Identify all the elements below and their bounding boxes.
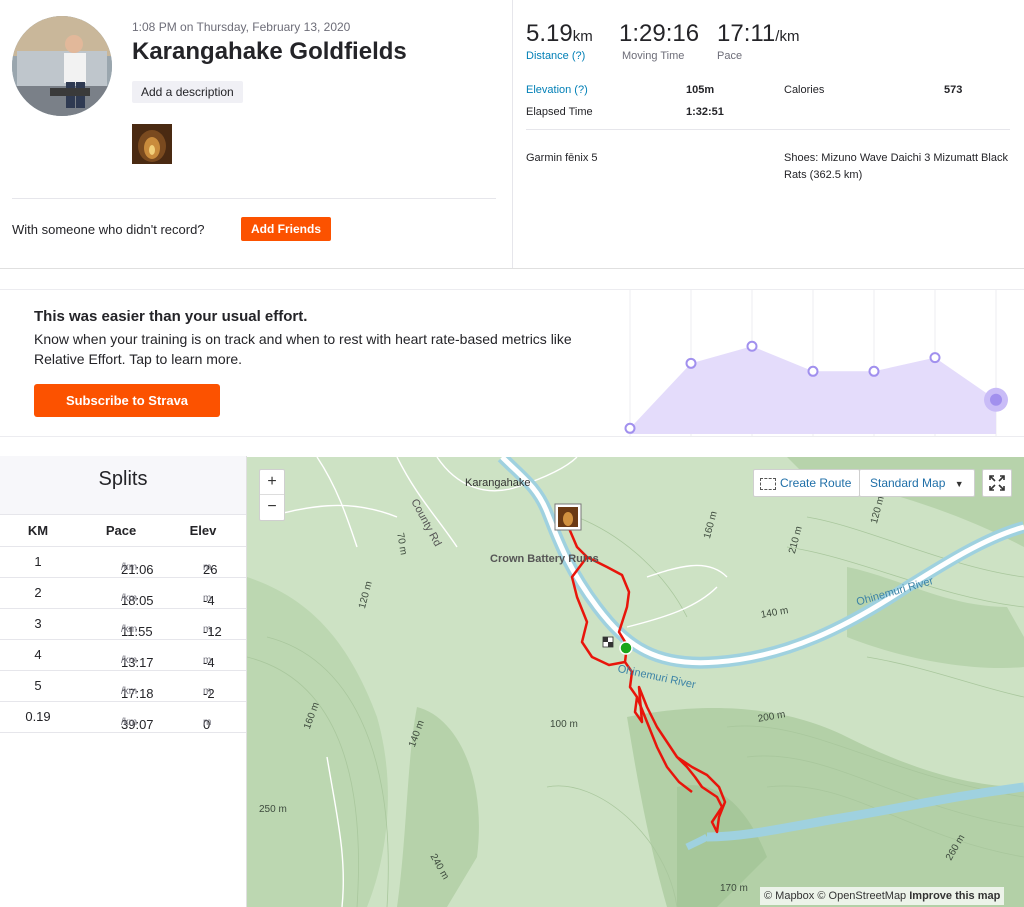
add-friends-button[interactable]: Add Friends xyxy=(241,217,332,241)
map-label-town: Karangahake xyxy=(465,477,531,489)
activity-title: Karangahake Goldfields xyxy=(132,38,407,65)
splits-header: Splits xyxy=(0,456,246,515)
calories-label: Calories xyxy=(784,84,825,96)
calories-value: 573 xyxy=(944,84,963,96)
osm-link[interactable]: © OpenStreetMap xyxy=(817,890,906,902)
split-row: 0.19 39:07 /km 0 m xyxy=(0,701,246,733)
pace-unit: /km xyxy=(121,717,138,728)
elev-unit: m xyxy=(203,593,212,604)
split-km: 3 xyxy=(34,616,42,631)
promo-title: This was easier than your usual effort. xyxy=(34,308,308,325)
expand-icon xyxy=(989,475,1005,491)
divider xyxy=(12,198,496,199)
chart-point xyxy=(807,365,819,377)
elapsed-time-value: 1:32:51 xyxy=(686,106,724,118)
device-name: Garmin fēnix 5 xyxy=(526,152,598,164)
chevron-down-icon: ▼ xyxy=(954,479,964,489)
pace-value: 17:11 xyxy=(717,20,776,47)
distance-unit: km xyxy=(572,28,593,45)
create-route-label: Create Route xyxy=(780,476,852,490)
moving-time-value: 1:29:16 xyxy=(619,20,700,47)
relative-effort-promo: This was easier than your usual effort. … xyxy=(0,289,1024,437)
header-km: KM xyxy=(27,523,49,538)
split-km: 4 xyxy=(34,647,42,662)
distance-value: 5.19 xyxy=(526,20,573,47)
athlete-avatar[interactable] xyxy=(12,16,112,116)
elevation-label[interactable]: Elevation (?) xyxy=(526,84,588,96)
distance-label[interactable]: Distance (?) xyxy=(526,50,585,62)
map-canvas[interactable] xyxy=(247,457,1024,907)
map-label-elevation: 170 m xyxy=(720,883,748,894)
elapsed-time-label: Elapsed Time xyxy=(526,106,593,118)
chart-point xyxy=(929,352,941,364)
split-km: 2 xyxy=(34,585,42,600)
zoom-in-button[interactable]: + xyxy=(260,470,284,495)
route-icon xyxy=(760,477,776,490)
pace-unit: /km xyxy=(121,686,138,697)
relative-effort-chart xyxy=(624,290,1008,436)
split-row: 1 21:06 /km 26 m xyxy=(0,546,246,578)
pace-unit: /km xyxy=(121,562,138,573)
zoom-out-button[interactable]: − xyxy=(260,495,284,519)
pace-stat: 17:11/km xyxy=(717,20,799,48)
friends-prompt: With someone who didn't record? xyxy=(12,222,205,237)
distance-stat: 5.19km xyxy=(526,20,593,48)
elevation-value: 105m xyxy=(686,84,715,96)
header-pace: Pace xyxy=(105,523,137,538)
splits-column-headers: KM Pace Elev xyxy=(0,515,246,547)
map-type-label: Standard Map xyxy=(870,476,946,490)
activity-header: 1:08 PM on Thursday, February 13, 2020 K… xyxy=(0,0,1024,269)
promo-body: Know when your training is on track and … xyxy=(34,331,572,367)
pace-unit: /km xyxy=(121,593,138,604)
mapbox-link[interactable]: © Mapbox xyxy=(764,890,814,902)
add-description-button[interactable]: Add a description xyxy=(132,81,243,103)
chart-point xyxy=(746,340,758,352)
moving-time-stat: 1:29:16 xyxy=(619,20,699,48)
subscribe-button[interactable]: Subscribe to Strava xyxy=(34,384,220,417)
splits-panel: Splits KM Pace Elev 1 21:06 /km 26 m 2 18:05… xyxy=(0,456,247,907)
elev-unit: m xyxy=(203,655,212,666)
split-row: 4 13:17 /km -4 m xyxy=(0,639,246,671)
split-row: 2 18:05 /km -4 m xyxy=(0,577,246,609)
elev-unit: m xyxy=(203,624,212,635)
split-km: 5 xyxy=(34,678,42,693)
map-type-dropdown[interactable]: Standard Map ▼ xyxy=(859,469,975,497)
split-row: 5 17:18 /km -2 m xyxy=(0,670,246,702)
pace-unit: /km xyxy=(775,28,800,45)
split-km: 0.19 xyxy=(25,709,51,724)
split-row: 3 11:55 /km -12 m xyxy=(0,608,246,640)
moving-time-label: Moving Time xyxy=(622,50,685,62)
elev-unit: m xyxy=(203,562,212,573)
map-label-elevation: 100 m xyxy=(550,719,578,730)
header-elev: Elev xyxy=(189,523,217,538)
fullscreen-button[interactable] xyxy=(982,469,1012,497)
pace-unit: /km xyxy=(121,624,138,635)
map-label-poi: Crown Battery Ruins xyxy=(490,553,599,565)
pace-label: Pace xyxy=(717,50,743,62)
route-map[interactable]: Karangahake County Rd Crown Battery Ruin… xyxy=(247,457,1024,907)
pace-unit: /km xyxy=(121,655,138,666)
elev-unit: m xyxy=(203,686,212,697)
split-km: 1 xyxy=(34,554,42,569)
chart-point xyxy=(624,422,636,434)
elev-unit: m xyxy=(203,717,212,728)
shoes-info[interactable]: Shoes: Mizuno Wave Daichi 3 Mizumatt Bla… xyxy=(784,150,1012,184)
map-attribution: © Mapbox © OpenStreetMap Improve this ma… xyxy=(760,887,1005,905)
divider xyxy=(512,0,513,268)
improve-map-link[interactable]: Improve this map xyxy=(909,890,1000,902)
chart-point xyxy=(868,365,880,377)
create-route-button[interactable]: Create Route xyxy=(753,469,861,497)
splits-title: Splits xyxy=(98,468,148,490)
chart-point-current xyxy=(990,393,1002,406)
activity-photo-thumbnail[interactable] xyxy=(132,124,172,164)
divider xyxy=(526,129,1010,130)
activity-datetime: 1:08 PM on Thursday, February 13, 2020 xyxy=(132,20,351,34)
zoom-controls: + − xyxy=(259,469,285,521)
chart-point xyxy=(685,357,697,369)
map-label-elevation: 250 m xyxy=(259,804,287,815)
